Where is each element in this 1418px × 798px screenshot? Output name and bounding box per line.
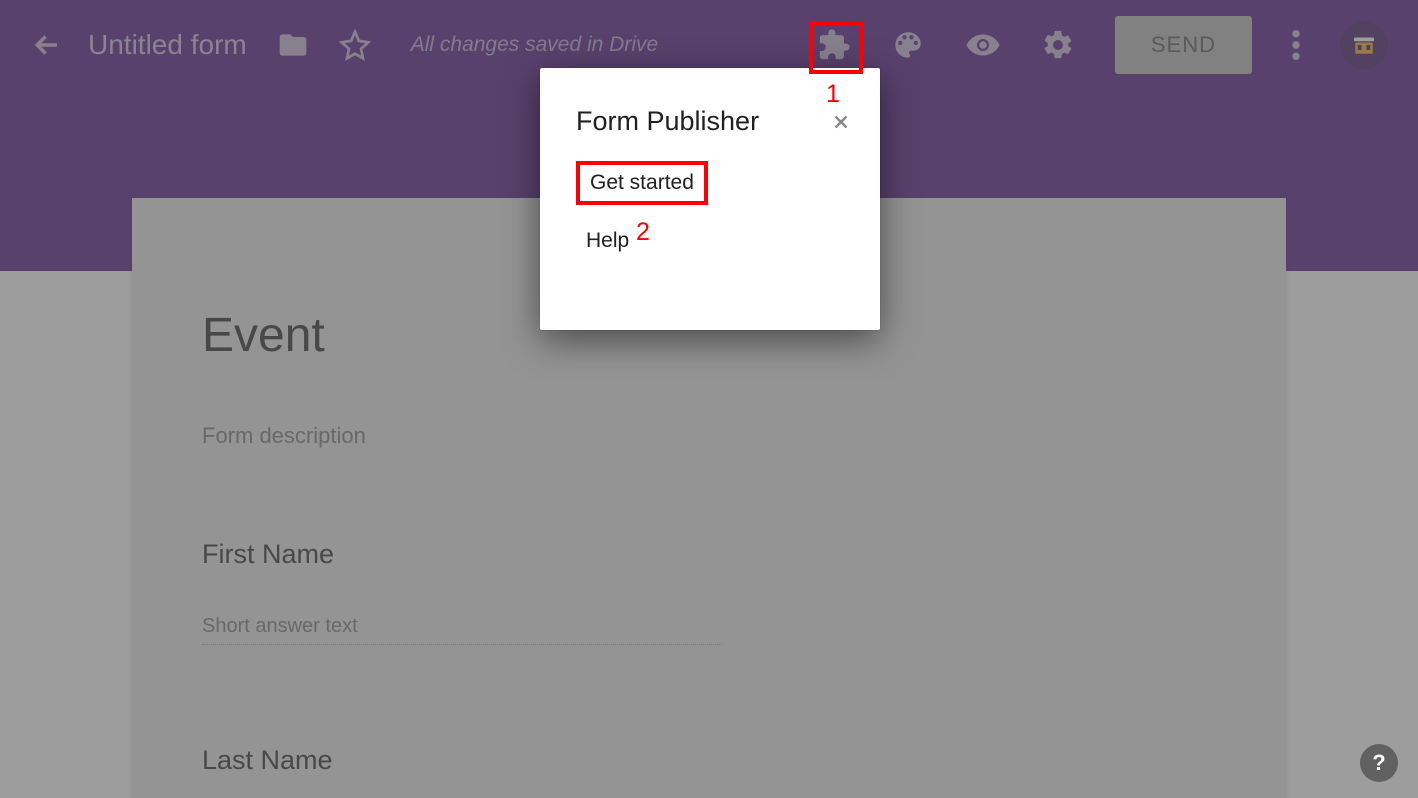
help-fab[interactable]: ? <box>1360 744 1398 782</box>
close-icon <box>830 111 852 133</box>
popup-item-get-started[interactable]: Get started <box>576 161 708 205</box>
annotation-highlight-addons <box>809 22 863 74</box>
annotation-number-2: 2 <box>636 218 650 247</box>
popup-close-button[interactable] <box>830 111 852 133</box>
help-icon: ? <box>1372 750 1385 776</box>
popup-header: Form Publisher <box>540 106 880 157</box>
annotation-number-1: 1 <box>826 80 840 109</box>
popup-title: Form Publisher <box>576 106 759 137</box>
popup-item-help[interactable]: Help <box>586 229 880 253</box>
